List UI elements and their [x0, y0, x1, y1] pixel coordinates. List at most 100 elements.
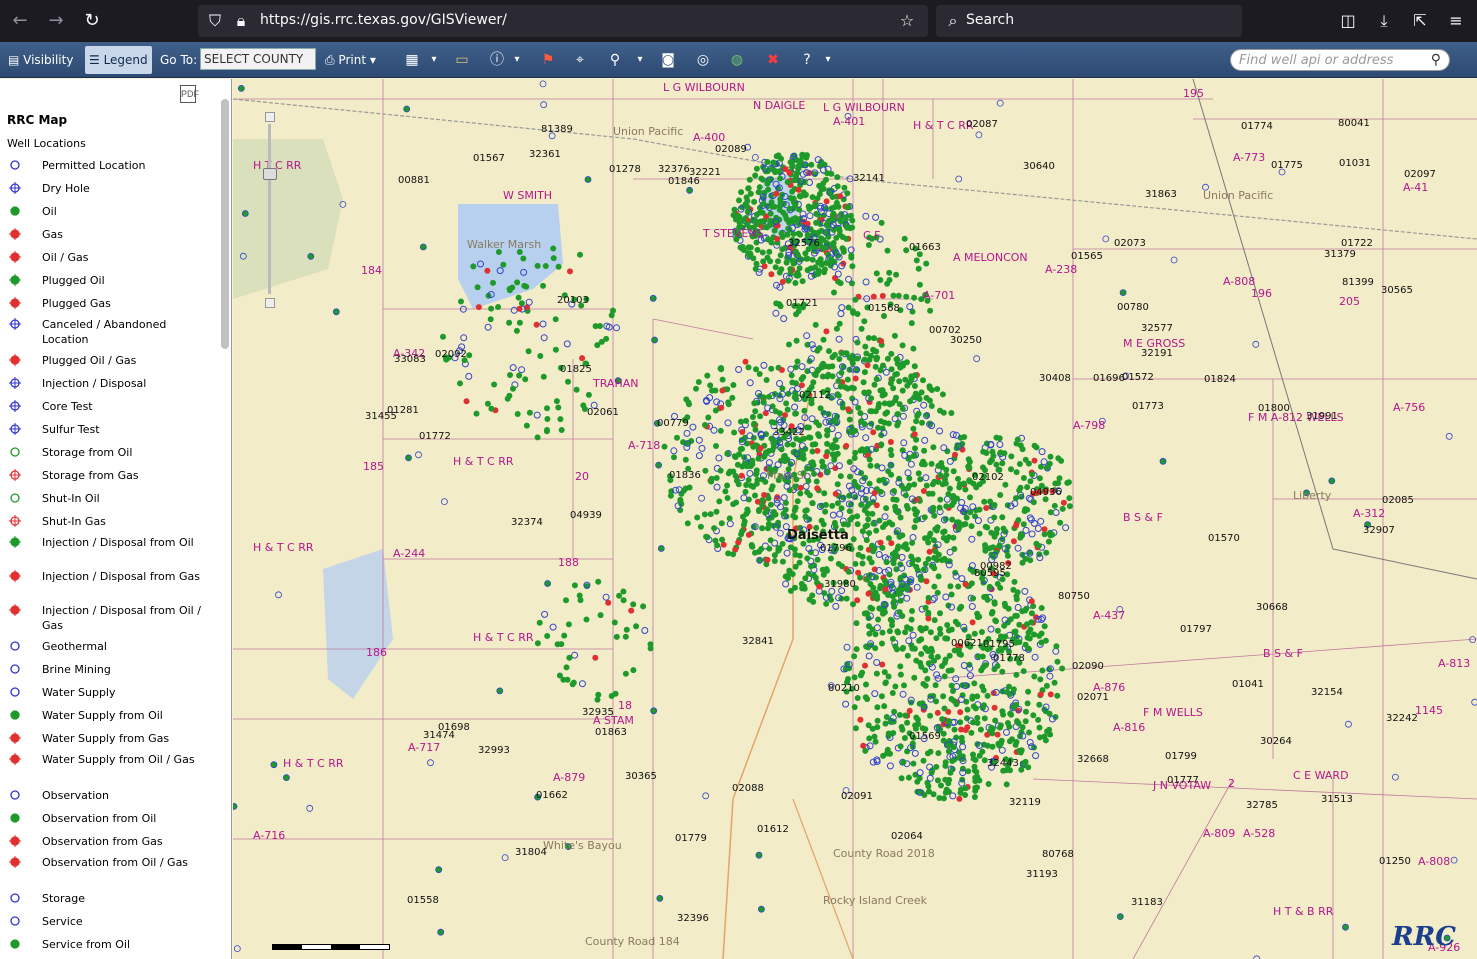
oil-well-marker	[858, 325, 865, 332]
survey-label: C E WARD	[1293, 769, 1349, 782]
county-select[interactable]: SELECT COUNTY	[200, 48, 316, 70]
shield-icon[interactable]: ⛉	[204, 10, 226, 32]
bookmark-star-icon[interactable]: ☆	[896, 10, 918, 32]
oil-well-marker	[896, 712, 903, 718]
locate-icon[interactable]: ◎	[693, 50, 713, 70]
pdf-export-icon[interactable]: PDF	[180, 85, 199, 103]
pocket-icon[interactable]: ◫	[1337, 10, 1359, 32]
oil-well-marker	[933, 557, 940, 563]
oil-well-marker	[711, 525, 718, 532]
oil-well-marker	[873, 670, 880, 677]
oil-well-marker	[934, 777, 941, 784]
oil-well-marker	[911, 363, 918, 370]
chevron-down-icon[interactable]: ▾	[424, 50, 444, 70]
oil-well-marker	[768, 365, 775, 372]
oil-well-marker	[845, 304, 852, 311]
oil-well-marker	[1010, 704, 1017, 711]
zoom-slider[interactable]	[263, 112, 277, 308]
zoom-track[interactable]	[268, 124, 271, 294]
oil-well-marker	[784, 179, 791, 186]
oil-well-marker	[536, 619, 543, 626]
dry-hole-icon	[9, 182, 21, 194]
oil-well-marker	[897, 743, 904, 750]
oil-well-marker	[752, 218, 759, 225]
oil-well-marker	[784, 441, 791, 448]
permitted-location-marker	[776, 529, 784, 537]
crosshair-icon[interactable]: ⌖	[570, 50, 590, 70]
legend-button[interactable]: ☰ Legend	[85, 46, 152, 74]
oil-well-marker	[946, 485, 953, 492]
well-id-label: 32396	[677, 913, 709, 924]
oil-well-marker	[904, 748, 911, 755]
full-extent-icon[interactable]: ◙	[658, 50, 678, 70]
info-icon[interactable]: ⓘ	[487, 50, 507, 70]
permitted-location-marker	[875, 551, 883, 558]
oil-well-marker	[983, 450, 990, 456]
oil-well-marker	[991, 502, 998, 508]
oil-well-marker	[892, 683, 899, 690]
clear-icon[interactable]: ✖	[763, 50, 783, 70]
oil-well-marker	[813, 210, 820, 217]
oil-well-marker	[940, 409, 947, 416]
browser-search-label: Search	[966, 12, 1015, 28]
oil-well-marker	[896, 590, 903, 597]
globe-icon[interactable]: ◍	[727, 50, 747, 70]
permitted-location-marker	[909, 631, 917, 639]
oil-well-marker	[872, 363, 879, 370]
legend-label: Legend	[103, 53, 148, 67]
well-id-label: 33083	[394, 354, 426, 365]
url-bar[interactable]: ⛉ 🔒︎ https://gis.rrc.texas.gov/GISViewer…	[198, 5, 928, 37]
zoom-icon[interactable]: ⚲	[605, 50, 625, 70]
find-well-input[interactable]: Find well api or address ⚲	[1230, 49, 1450, 71]
oil-well-marker	[833, 451, 840, 458]
gas-well-marker	[764, 556, 771, 563]
well-marker	[283, 774, 290, 781]
extensions-icon[interactable]: ⇱	[1409, 10, 1431, 32]
oil-well-marker	[893, 496, 900, 503]
layers-icon[interactable]: ▦	[402, 50, 422, 70]
lock-icon[interactable]: 🔒︎	[230, 10, 252, 32]
oil-well-marker	[931, 657, 938, 664]
search-icon[interactable]: ⚲	[1431, 51, 1441, 68]
zoom-handle[interactable]	[263, 168, 277, 180]
chevron-down-icon[interactable]: ▾	[818, 50, 838, 70]
measure-icon[interactable]: ▭	[452, 50, 472, 70]
chevron-down-icon[interactable]: ▾	[630, 50, 650, 70]
flag-icon[interactable]: ⚑	[538, 50, 558, 70]
oil-well-marker	[803, 507, 810, 514]
menu-icon[interactable]: ≡	[1445, 10, 1467, 32]
browser-search-field[interactable]: ⌕ Search	[936, 5, 1242, 37]
oil-well-marker	[983, 593, 990, 600]
well-marker	[233, 945, 241, 952]
oil-well-marker	[889, 622, 895, 629]
download-icon[interactable]: ⤓	[1373, 10, 1395, 32]
oil-well-marker	[612, 690, 619, 697]
reload-icon[interactable]: ↻	[80, 9, 104, 33]
oil-well-marker	[980, 464, 986, 471]
legend-scrollbar[interactable]	[221, 99, 229, 349]
oil-well-marker	[889, 690, 896, 696]
abstract-label: A-244	[393, 547, 426, 560]
chevron-down-icon[interactable]: ▾	[507, 50, 527, 70]
back-arrow-icon[interactable]: ←	[8, 9, 32, 33]
print-icon: ⎙	[325, 53, 339, 67]
gas-well-marker	[877, 539, 884, 546]
map-layer[interactable]	[233, 79, 1477, 959]
help-icon[interactable]: ?	[797, 50, 817, 70]
road-label: White's Bayou	[543, 839, 622, 852]
oil-well-marker	[760, 200, 767, 207]
print-button[interactable]: ⎙ Print ▾	[325, 46, 376, 74]
forward-arrow-icon[interactable]: →	[44, 9, 68, 33]
zoom-out-icon[interactable]	[265, 298, 275, 308]
oil-well-marker	[824, 440, 831, 447]
visibility-button[interactable]: ▤ Visibility	[8, 46, 73, 74]
zoom-in-icon[interactable]	[265, 112, 275, 122]
map-canvas[interactable]: Daisetta L G WILBOURN N DAIGLE L G WILBOUR…	[233, 79, 1477, 959]
gas-well-marker	[887, 439, 894, 445]
oil-well-marker	[1037, 676, 1044, 683]
oil-well-marker	[830, 445, 837, 451]
oil-well-marker	[976, 530, 983, 537]
oil-well-marker	[793, 170, 800, 177]
oil-well-marker	[951, 546, 958, 552]
survey-label: B S & F	[1263, 647, 1303, 660]
